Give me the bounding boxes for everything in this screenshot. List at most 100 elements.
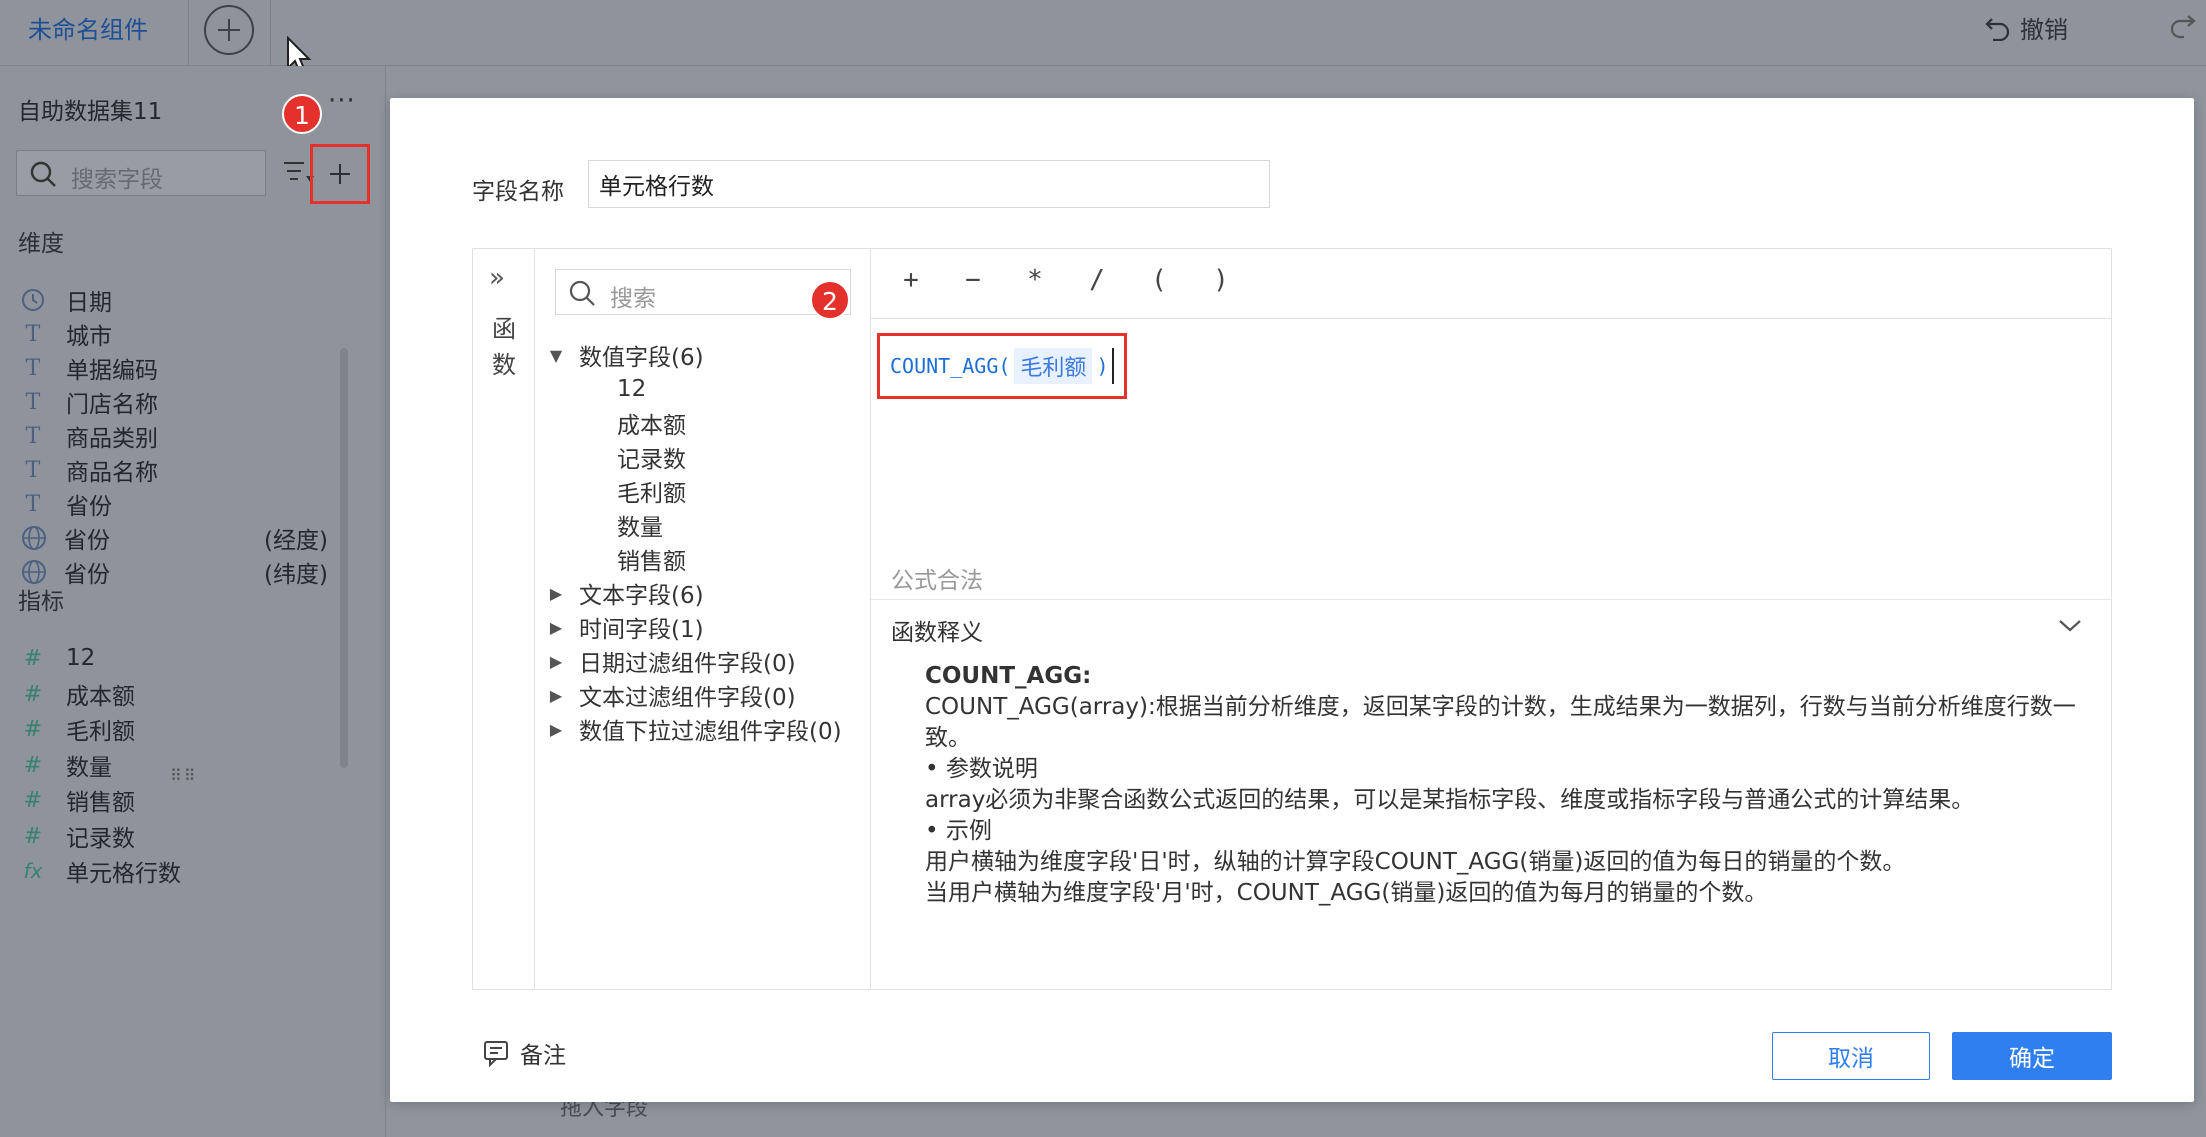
field-name-input[interactable]	[588, 160, 1270, 208]
measure-item[interactable]: # 数量	[20, 745, 340, 785]
formula-close: )	[1096, 354, 1109, 378]
expand-double-chevron-icon[interactable]: »	[489, 263, 505, 293]
divide-operator-button[interactable]: /	[1077, 265, 1117, 295]
globe-icon	[22, 526, 46, 550]
tree-group-label: 数值下拉过滤组件字段(0)	[579, 719, 842, 745]
dimension-suffix: (纬度)	[264, 562, 328, 588]
tab-divider	[188, 0, 189, 66]
multiply-operator-button[interactable]: *	[1015, 265, 1055, 295]
tree-search-input[interactable]: 搜索	[555, 269, 851, 315]
open-paren-button[interactable]: (	[1139, 265, 1179, 295]
undo-button[interactable]: 撤销	[1984, 10, 2068, 45]
text-type-icon: T	[25, 389, 41, 415]
hash-icon: #	[23, 681, 43, 707]
field-name-label: 字段名称	[472, 179, 564, 205]
help-example-line: 用户横轴为维度字段'日'时，纵轴的计算字段COUNT_AGG(销量)返回的值为每…	[925, 849, 1906, 875]
field-search-input[interactable]: 搜索字段	[16, 150, 266, 196]
text-caret	[1112, 348, 1115, 384]
dimension-item[interactable]: 省份 (纬度)	[20, 552, 340, 592]
divider	[871, 599, 2111, 600]
component-tab[interactable]: 未命名组件	[28, 10, 148, 45]
function-help-content: COUNT_AGG: COUNT_AGG(array):根据当前分析维度，返回某…	[925, 661, 2085, 909]
measure-label: 成本额	[66, 684, 135, 710]
measure-item[interactable]: # 销售额	[20, 780, 340, 820]
comment-icon	[484, 1041, 508, 1067]
sidebar-scrollbar[interactable]	[340, 348, 348, 768]
dimension-section-title: 维度	[18, 231, 64, 257]
dimension-label: 日期	[66, 290, 112, 316]
note-label: 备注	[520, 1043, 566, 1069]
minus-operator-button[interactable]: −	[953, 265, 993, 295]
field-sidebar: 自助数据集11 ··· 搜索字段 维度 日期 T 城市 T 单据编码 T 门店名…	[0, 66, 386, 1137]
search-placeholder: 搜索	[610, 286, 656, 312]
calculated-field-dialog: 字段名称 » 函 数 搜索 ▼ 数值字段(6) 12 成本额 记录数 毛利额 数…	[390, 98, 2194, 1102]
step-2-badge: 2	[810, 280, 850, 320]
formula-function: COUNT_AGG(	[890, 354, 1011, 378]
undo-icon	[1985, 17, 2010, 41]
note-button[interactable]: 备注	[482, 1036, 566, 1070]
help-function-name: COUNT_AGG:	[925, 663, 1092, 689]
help-param-description: array必须为非聚合函数公式返回的结果，可以是某指标字段、维度或指标字段与普通…	[925, 787, 1975, 813]
dimension-label: 门店名称	[66, 392, 158, 418]
add-tab-icon[interactable]	[204, 5, 254, 55]
measure-item[interactable]: fx 单元格行数	[20, 851, 340, 891]
clock-icon	[22, 289, 44, 311]
operator-toolbar: + − * / ( )	[871, 249, 2111, 319]
caret-right-icon: ▶	[549, 719, 563, 739]
tree-group-label: 日期过滤组件字段(0)	[579, 651, 796, 677]
tree-group-label: 文本过滤组件字段(0)	[579, 685, 796, 711]
chevron-down-icon[interactable]	[2057, 615, 2083, 635]
step-1-badge: 1	[282, 94, 322, 134]
measure-label: 销售额	[66, 790, 135, 816]
caret-right-icon: ▶	[549, 583, 563, 603]
cancel-button[interactable]: 取消	[1772, 1032, 1930, 1080]
measure-label: 记录数	[66, 826, 135, 852]
tab-divider	[270, 0, 271, 66]
text-type-icon: T	[25, 355, 41, 381]
dimension-label: 省份	[66, 494, 112, 520]
measure-label: 12	[66, 645, 96, 671]
measure-label: 单元格行数	[66, 861, 181, 887]
measure-label: 数量	[66, 755, 112, 781]
confirm-button[interactable]: 确定	[1952, 1032, 2112, 1080]
dimension-label: 单据编码	[66, 358, 158, 384]
top-bar: 未命名组件 撤销	[0, 0, 2206, 66]
formula-input[interactable]: COUNT_AGG( 毛利额 )	[877, 333, 1128, 399]
search-icon	[30, 161, 56, 187]
field-tree: 搜索 ▼ 数值字段(6) 12 成本额 记录数 毛利额 数量 销售额 ▶ 文本字…	[535, 249, 871, 989]
help-description: COUNT_AGG(array):根据当前分析维度，返回某字段的计数，生成结果为…	[925, 694, 2076, 751]
measure-item[interactable]: # 毛利额	[20, 709, 340, 749]
add-calculated-field-button[interactable]	[310, 144, 370, 204]
formula-icon: fx	[23, 859, 43, 883]
text-type-icon: T	[25, 457, 41, 483]
caret-right-icon: ▶	[549, 617, 563, 637]
dimension-label: 省份	[64, 528, 110, 554]
function-panel-toggle[interactable]: » 函 数	[473, 249, 535, 989]
help-example-heading: • 示例	[925, 818, 992, 844]
measure-section-title: 指标	[18, 589, 64, 615]
function-help-title[interactable]: 函数释义	[891, 613, 983, 647]
redo-icon[interactable]	[2168, 10, 2198, 40]
more-options-icon[interactable]: ···	[328, 86, 356, 116]
plus-operator-button[interactable]: +	[891, 265, 931, 295]
hash-icon: #	[23, 752, 43, 778]
caret-down-icon: ▼	[549, 345, 563, 365]
close-paren-button[interactable]: )	[1201, 265, 1241, 295]
caret-right-icon: ▶	[549, 651, 563, 671]
measure-item[interactable]: # 成本额	[20, 674, 340, 714]
dimension-label: 省份	[64, 562, 110, 588]
dimension-label: 城市	[66, 324, 112, 350]
function-label-char: 函	[492, 315, 516, 343]
dimension-label: 商品类别	[66, 426, 158, 452]
tree-group[interactable]: ▶ 数值下拉过滤组件字段(0)	[545, 709, 842, 749]
measure-item[interactable]: # 12	[20, 638, 340, 678]
formula-field-chip[interactable]: 毛利额	[1014, 348, 1093, 384]
dimension-label: 商品名称	[66, 460, 158, 486]
text-type-icon: T	[25, 491, 41, 517]
caret-right-icon: ▶	[549, 685, 563, 705]
text-type-icon: T	[25, 423, 41, 449]
dimension-suffix: (经度)	[264, 528, 328, 554]
measure-item[interactable]: # 记录数	[20, 816, 340, 856]
help-example-line: 当用户横轴为维度字段'月'时，COUNT_AGG(销量)返回的值为每月的销量的个…	[925, 880, 1768, 906]
hash-icon: #	[23, 823, 43, 849]
